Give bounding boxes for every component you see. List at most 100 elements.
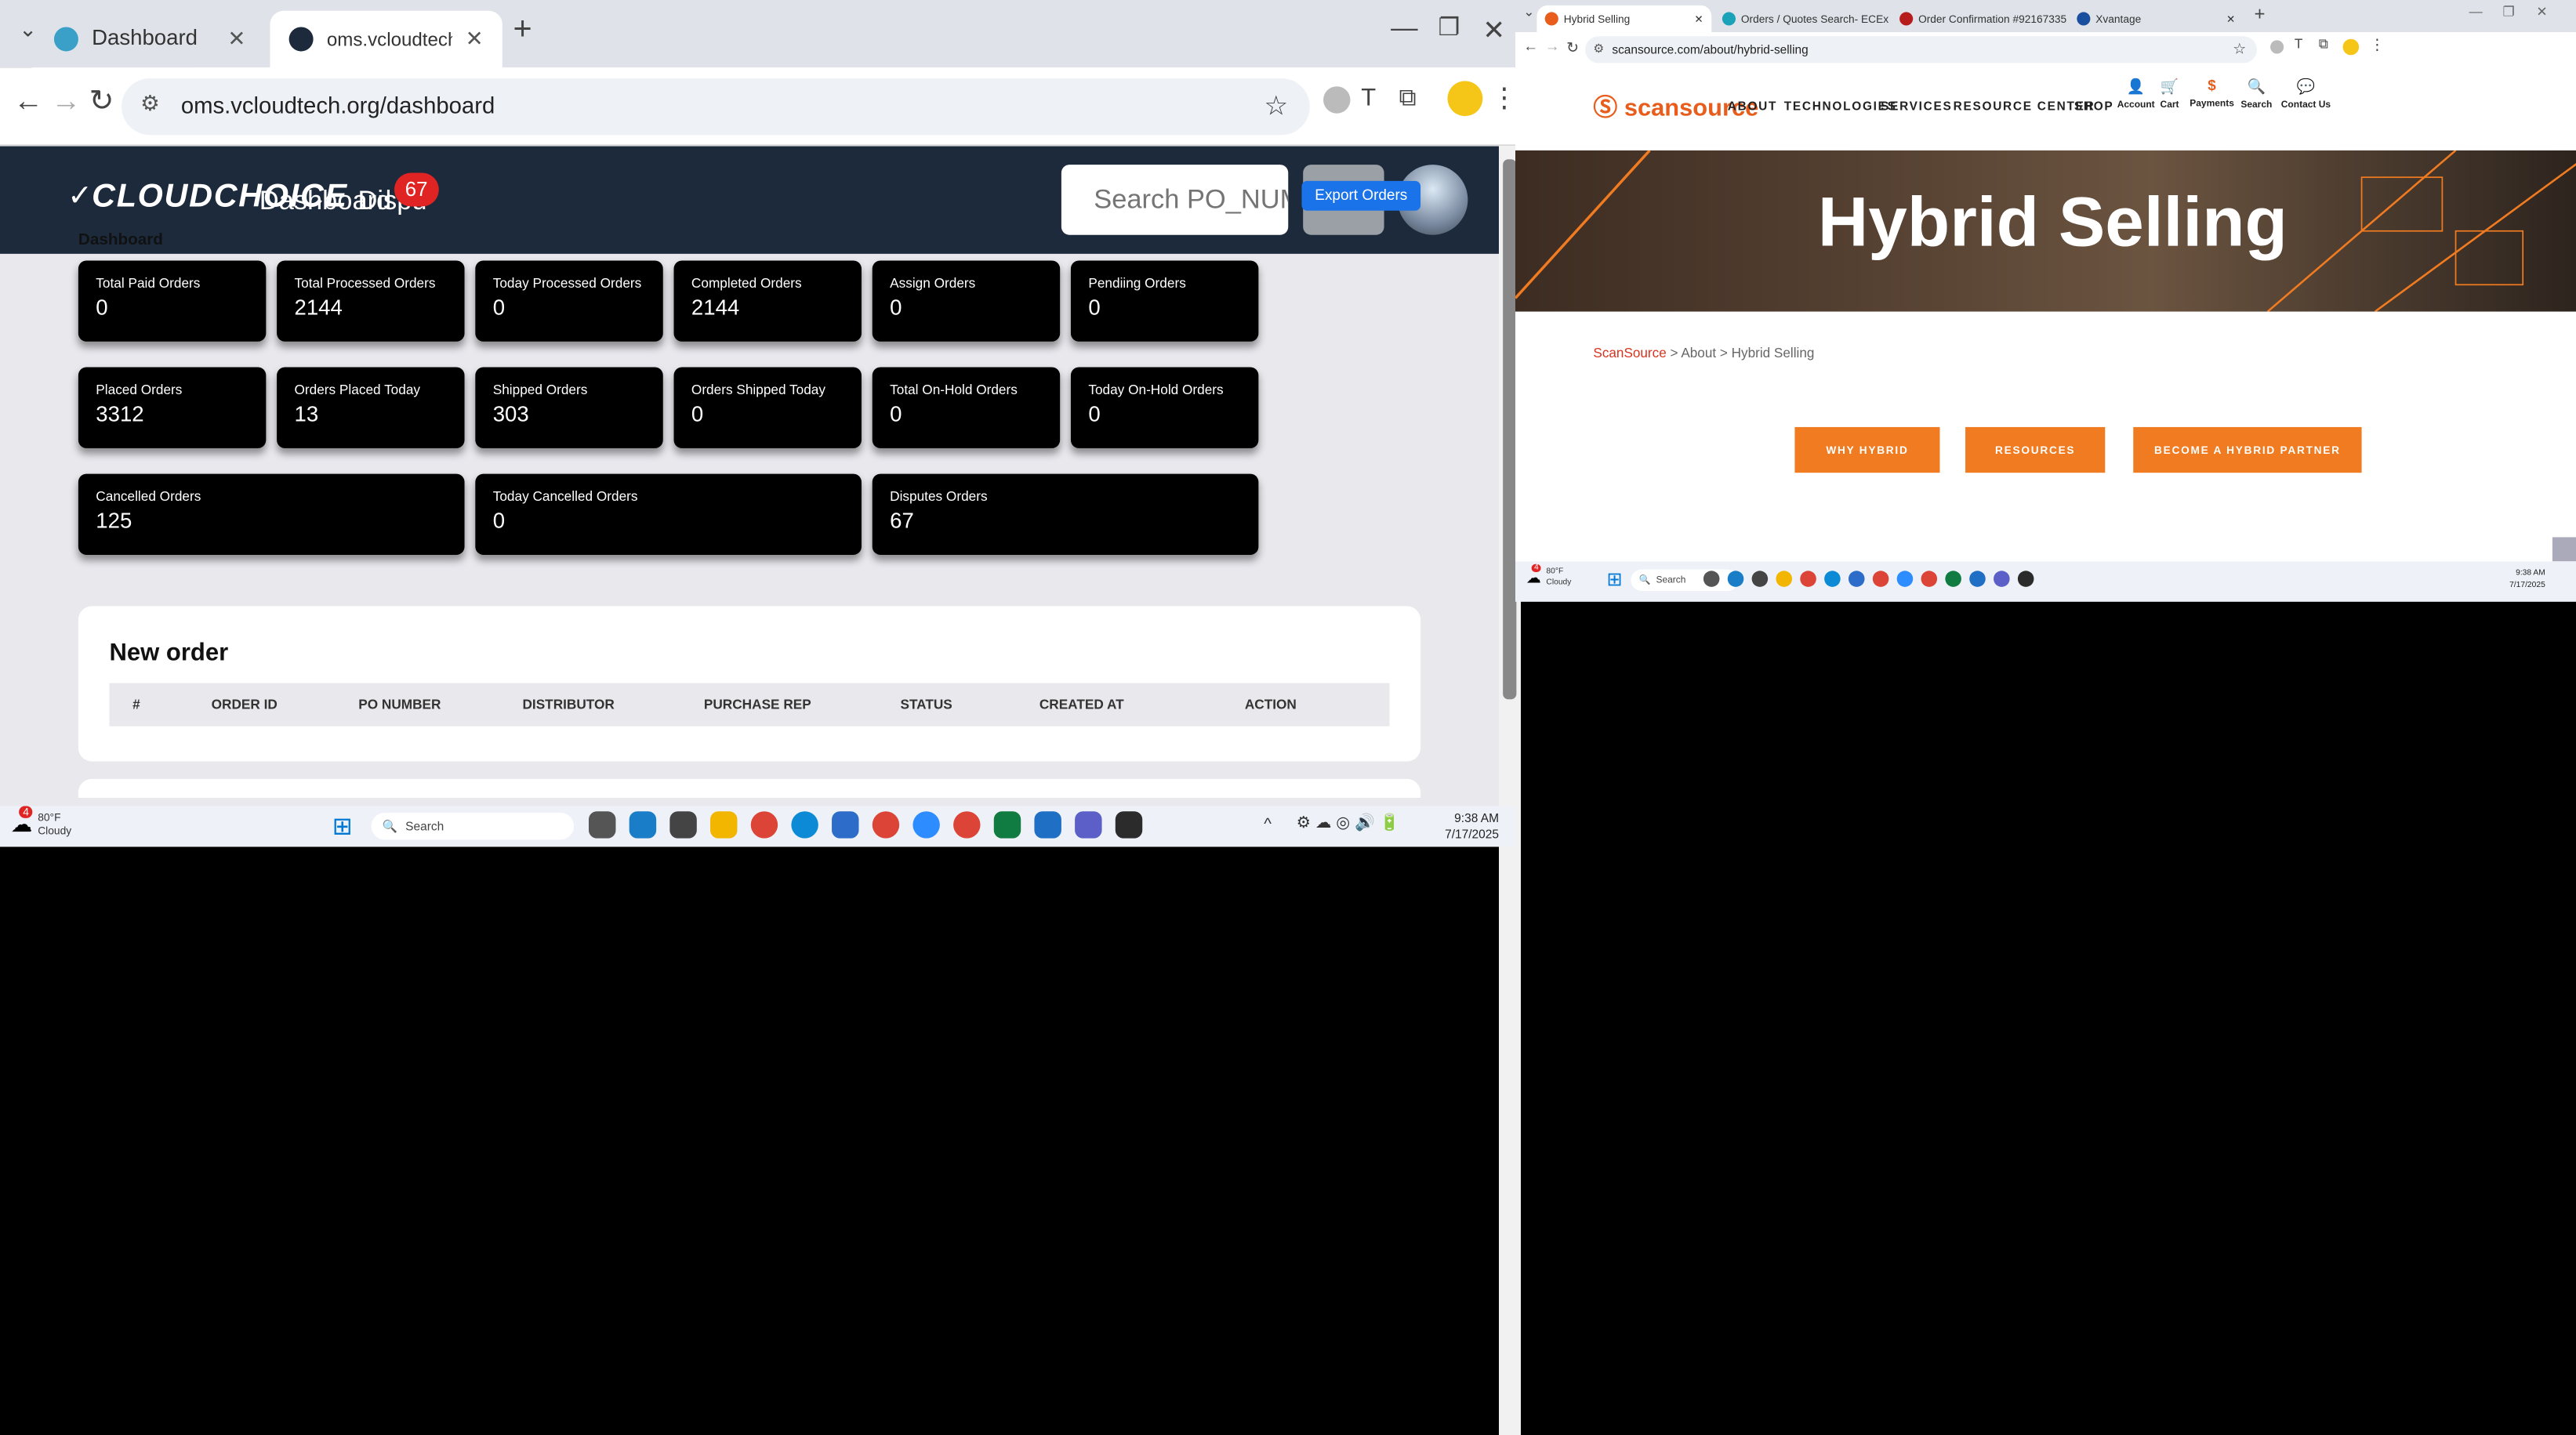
- app-icon[interactable]: [832, 811, 858, 838]
- app-icon[interactable]: [1728, 571, 1744, 587]
- url-field[interactable]: ⚙ oms.vcloudtech.org/dashboard ☆: [122, 78, 1310, 135]
- restore-icon[interactable]: ❐: [1438, 13, 1460, 42]
- tab-xvantage[interactable]: Xvantage ✕: [2069, 5, 2244, 32]
- folder-icon[interactable]: [1776, 571, 1792, 587]
- zoom-icon[interactable]: [912, 811, 939, 838]
- tab-oms-dashboard[interactable]: oms.vcloudtech.org/dashboard ✕: [270, 11, 503, 67]
- tab-orders-quotes[interactable]: Orders / Quotes Search- ECExp ✕: [1714, 5, 1889, 32]
- folder-icon[interactable]: [710, 811, 737, 838]
- bookmark-star-icon[interactable]: ☆: [1264, 89, 1288, 123]
- teams-icon[interactable]: [1075, 811, 1101, 838]
- resources-button[interactable]: RESOURCES: [1965, 427, 2105, 473]
- breadcrumb-home-link[interactable]: ScanSource: [1593, 346, 1666, 361]
- taskbar-search[interactable]: 🔍 Search: [372, 813, 574, 839]
- tab-hybrid-selling[interactable]: Hybrid Selling ✕: [1537, 5, 1711, 32]
- profile-avatar[interactable]: [2343, 39, 2360, 56]
- chrome-icon[interactable]: [953, 811, 980, 838]
- tab-dashboard[interactable]: Dashboard ✕: [35, 11, 265, 67]
- menu-technologies[interactable]: TECHNOLOGIES: [1784, 100, 1897, 113]
- back-icon[interactable]: ←: [1523, 39, 1538, 56]
- weather-widget[interactable]: ☁ 4 80°F Cloudy: [1526, 567, 1572, 588]
- weather-widget[interactable]: ☁ 4 80°F Cloudy: [11, 811, 71, 838]
- scrollbar-thumb[interactable]: [1503, 159, 1516, 699]
- menu-shop[interactable]: SHOP: [2074, 100, 2114, 113]
- why-hybrid-button[interactable]: WHY HYBRID: [1794, 427, 1939, 473]
- po-search-input[interactable]: [1061, 165, 1288, 235]
- breadcrumb-about-link[interactable]: > About: [1667, 346, 1716, 361]
- minimize-icon[interactable]: —: [1391, 13, 1417, 45]
- calculator-icon[interactable]: [669, 811, 696, 838]
- bookmark-star-icon[interactable]: ☆: [2233, 40, 2246, 57]
- tray-chevron-icon[interactable]: ^: [1264, 814, 1272, 833]
- app-icon[interactable]: [1969, 571, 1986, 587]
- new-tab-icon[interactable]: +: [513, 11, 532, 49]
- minimize-icon[interactable]: —: [2469, 5, 2483, 20]
- site-info-icon[interactable]: ⚙: [1593, 42, 1604, 56]
- chrome-icon[interactable]: [751, 811, 778, 838]
- chrome-icon[interactable]: [1800, 571, 1816, 587]
- cart-link[interactable]: 🛒 Cart: [2161, 78, 2179, 110]
- tab-search-chevron-icon[interactable]: ⌄: [19, 16, 37, 43]
- extension-icon[interactable]: [2270, 40, 2284, 53]
- chrome-icon[interactable]: [873, 811, 899, 838]
- reader-mode-icon[interactable]: T: [2295, 38, 2302, 53]
- close-window-icon[interactable]: ✕: [2536, 5, 2547, 20]
- new-tab-icon[interactable]: +: [2254, 2, 2265, 24]
- tray-icons[interactable]: ⚙ ☁ ◎ 🔊 🔋: [1297, 813, 1400, 832]
- stat-card: Orders Shipped Today 0: [674, 368, 862, 448]
- close-tab-icon[interactable]: ✕: [227, 26, 245, 53]
- chat-widget[interactable]: [2552, 537, 2576, 561]
- back-icon[interactable]: ←: [13, 84, 43, 119]
- tab-search-chevron-icon[interactable]: ⌄: [1523, 5, 1534, 20]
- app-icon[interactable]: [1849, 571, 1865, 587]
- extensions-puzzle-icon[interactable]: ⧉: [2319, 38, 2328, 53]
- site-info-icon[interactable]: ⚙: [140, 90, 160, 117]
- menu-services[interactable]: SERVICES: [1881, 100, 1952, 113]
- close-window-icon[interactable]: ✕: [1482, 13, 1505, 47]
- app-icon[interactable]: [1034, 811, 1061, 838]
- forward-icon[interactable]: →: [51, 84, 81, 119]
- restore-icon[interactable]: ❐: [2502, 5, 2514, 20]
- close-tab-icon[interactable]: ✕: [466, 26, 484, 53]
- windows-start-icon[interactable]: ⊞: [1607, 568, 1623, 591]
- menu-about[interactable]: ABOUT: [1728, 100, 1777, 113]
- clock[interactable]: 9:38 AM 7/17/2025: [1445, 810, 1499, 843]
- payments-link[interactable]: $ Payments: [2190, 78, 2234, 108]
- page-title: Dashboard: [78, 230, 163, 248]
- search-link[interactable]: 🔍 Search: [2240, 78, 2272, 110]
- excel-icon[interactable]: [1945, 571, 1961, 587]
- forward-icon[interactable]: →: [1545, 39, 1560, 56]
- clock[interactable]: 9:38 AM 7/17/2025: [2509, 568, 2545, 592]
- become-hybrid-partner-button[interactable]: BECOME A HYBRID PARTNER: [2133, 427, 2361, 473]
- menu-dots-icon[interactable]: ⋮: [2370, 36, 2385, 53]
- chrome-icon[interactable]: [1921, 571, 1938, 587]
- extensions-puzzle-icon[interactable]: ⧉: [1399, 84, 1417, 112]
- tab-order-confirmation[interactable]: Order Confirmation #92167335 ✕: [1892, 5, 2066, 32]
- file-manager-icon[interactable]: [1703, 571, 1720, 587]
- calculator-icon[interactable]: [1752, 571, 1769, 587]
- app-icon[interactable]: [629, 811, 656, 838]
- close-tab-icon[interactable]: ✕: [2226, 13, 2235, 24]
- edge-icon[interactable]: [791, 811, 818, 838]
- chrome-icon[interactable]: [1873, 571, 1889, 587]
- excel-icon[interactable]: [994, 811, 1021, 838]
- contact-us-link[interactable]: 💬 Contact Us: [2281, 78, 2331, 110]
- url-field[interactable]: ⚙ scansource.com/about/hybrid-selling ☆: [1585, 36, 2257, 63]
- reload-icon[interactable]: ↻: [1566, 39, 1579, 56]
- profile-avatar[interactable]: [1448, 81, 1483, 116]
- reload-icon[interactable]: ↻: [89, 84, 114, 119]
- file-manager-icon[interactable]: [589, 811, 615, 838]
- reader-mode-icon[interactable]: T: [1361, 84, 1376, 112]
- edge-icon[interactable]: [1824, 571, 1841, 587]
- windows-start-icon[interactable]: ⊞: [332, 813, 353, 841]
- app-icon[interactable]: [2018, 571, 2034, 587]
- taskbar-search[interactable]: 🔍 Search: [1631, 570, 1738, 591]
- export-orders-button[interactable]: Export Orders: [1301, 181, 1420, 211]
- teams-icon[interactable]: [1994, 571, 2010, 587]
- zoom-icon[interactable]: [1897, 571, 1914, 587]
- menu-dots-icon[interactable]: ⋮: [1491, 81, 1518, 114]
- close-tab-icon[interactable]: ✕: [1694, 13, 1703, 24]
- account-link[interactable]: 👤 Account: [2117, 78, 2155, 110]
- extension-icon[interactable]: [1323, 86, 1350, 113]
- app-icon[interactable]: [1116, 811, 1142, 838]
